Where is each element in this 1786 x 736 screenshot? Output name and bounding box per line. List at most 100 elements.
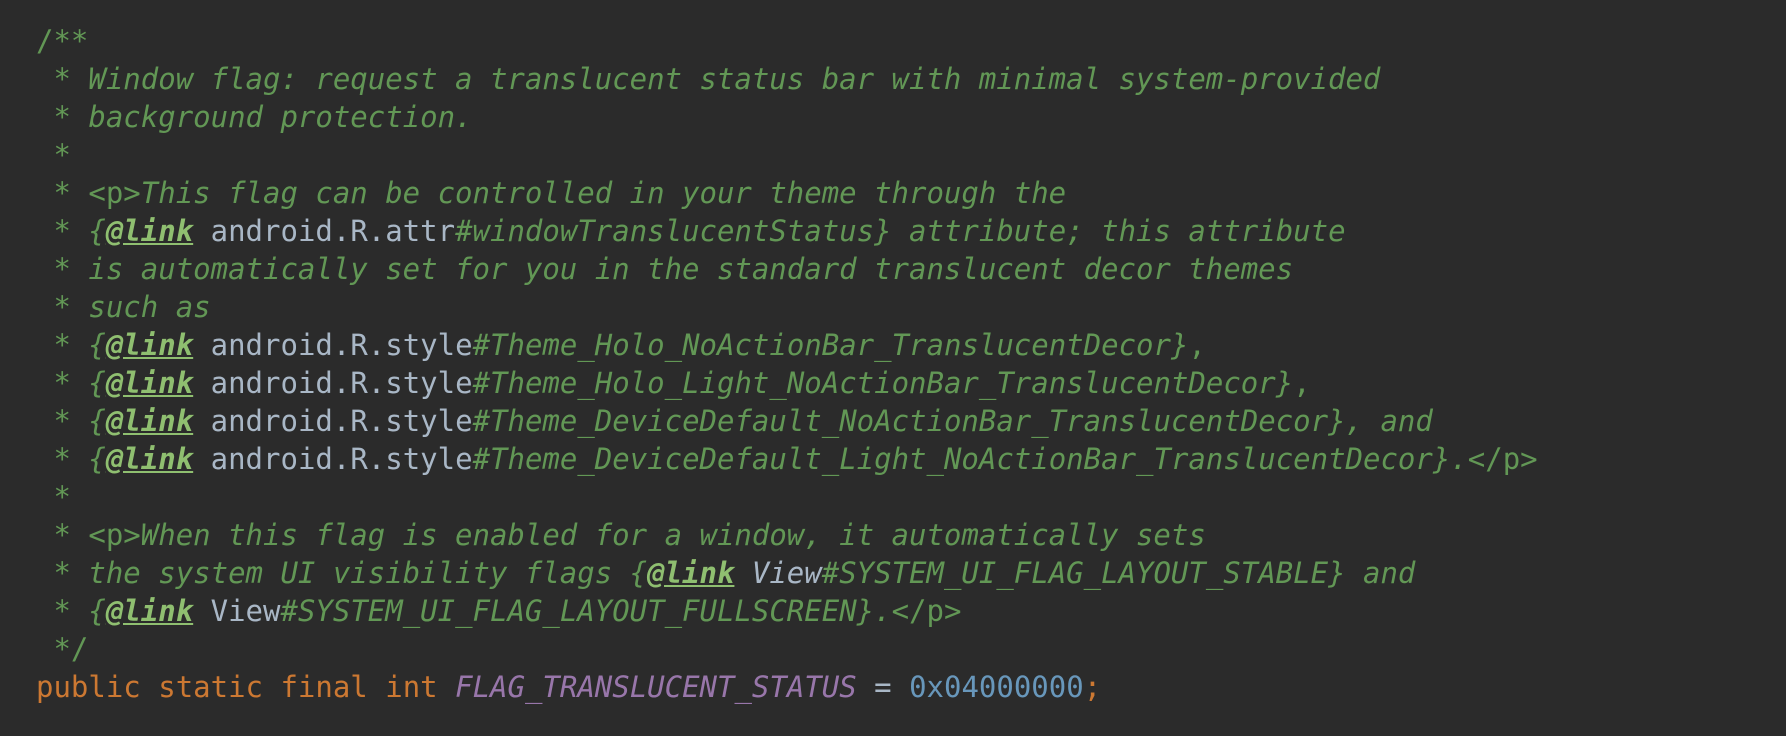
comment-star: * <box>36 518 89 552</box>
comma: , <box>1188 328 1206 362</box>
comment-star: * <box>36 594 89 628</box>
code-line-9: * {@link android.R.style#Theme_Holo_NoAc… <box>36 326 1538 364</box>
html-tag: </p> <box>891 594 962 628</box>
brace: { <box>88 404 106 438</box>
comment-star: * <box>36 214 89 248</box>
member-reference: #Theme_Holo_NoActionBar_TranslucentDecor <box>472 328 1171 362</box>
html-tag: <p> <box>88 176 141 210</box>
code-line-16: * {@link View#SYSTEM_UI_FLAG_LAYOUT_FULL… <box>36 592 1538 630</box>
comment-text: such as <box>88 290 211 324</box>
member-reference: #SYSTEM_UI_FLAG_LAYOUT_FULLSCREEN <box>280 594 857 628</box>
code-line-12: * {@link android.R.style#Theme_DeviceDef… <box>36 440 1537 478</box>
comment-star: * <box>36 404 89 438</box>
class-reference[interactable]: attr <box>385 214 455 248</box>
comment-text: is automatically set for you in the stan… <box>88 252 1294 286</box>
code-line-2: * Window flag: request a translucent sta… <box>36 60 1538 98</box>
class-reference[interactable]: android.R <box>211 328 368 362</box>
brace: } <box>1275 366 1294 400</box>
comment-text: and <box>1345 556 1416 590</box>
link-tag[interactable]: @link <box>106 214 193 248</box>
link-tag[interactable]: @link <box>106 442 193 476</box>
dot: . <box>367 328 386 362</box>
comment-star: * <box>36 480 89 514</box>
comment-star: * <box>36 442 89 476</box>
code-editor[interactable]: /** * Window flag: request a translucent… <box>0 0 1786 736</box>
brace: { <box>88 214 106 248</box>
keyword-final: final <box>280 670 368 704</box>
class-reference[interactable]: android.R <box>211 442 368 476</box>
code-line-17: */ <box>36 630 1538 668</box>
comment-star: * <box>36 366 89 400</box>
comment-close: */ <box>36 632 89 666</box>
class-reference[interactable]: style <box>385 328 472 362</box>
link-tag[interactable]: @link <box>106 404 193 438</box>
class-reference[interactable]: style <box>385 442 472 476</box>
class-reference[interactable]: android.R <box>211 214 368 248</box>
comma: , <box>1293 366 1311 400</box>
comment-star: * <box>36 100 89 134</box>
dot: . <box>367 366 386 400</box>
comment-text: This flag can be controlled in your them… <box>140 176 1067 210</box>
keyword-public: public <box>36 670 141 704</box>
comment-text: background protection. <box>88 100 473 134</box>
code-line-10: * {@link android.R.style#Theme_Holo_Ligh… <box>36 364 1538 402</box>
class-reference[interactable]: style <box>385 404 472 438</box>
comment-text: When this flag is enabled for a window, … <box>140 518 1206 552</box>
code-block: /** * Window flag: request a translucent… <box>36 22 1538 706</box>
comment-star: * <box>36 290 89 324</box>
dot: . <box>367 442 386 476</box>
class-reference[interactable]: View <box>211 594 281 628</box>
class-reference[interactable]: style <box>385 366 472 400</box>
comment-text: Window flag: request a translucent statu… <box>88 62 1381 96</box>
brace: } <box>1432 442 1451 476</box>
code-line-18: public static final int FLAG_TRANSLUCENT… <box>36 668 1538 706</box>
hex-value: 0x04000000 <box>909 670 1084 704</box>
comment-star: * <box>36 176 89 210</box>
class-reference[interactable]: android.R <box>211 366 368 400</box>
member-reference: #Theme_Holo_Light_NoActionBar_Translucen… <box>472 366 1276 400</box>
class-reference[interactable]: View <box>752 556 822 590</box>
brace: { <box>88 442 106 476</box>
comment-open: /** <box>36 24 89 58</box>
comment-text: , and <box>1345 404 1433 438</box>
field-name[interactable]: FLAG_TRANSLUCENT_STATUS <box>455 670 857 704</box>
html-tag: <p> <box>88 518 141 552</box>
period: . <box>874 594 892 628</box>
code-line-6: * {@link android.R.attr#windowTranslucen… <box>36 212 1538 250</box>
link-tag[interactable]: @link <box>647 556 734 590</box>
code-line-5: * <p>This flag can be controlled in your… <box>36 174 1538 212</box>
dot: . <box>367 404 386 438</box>
comment-star: * <box>36 62 89 96</box>
code-line-15: * the system UI visibility flags {@link … <box>36 554 1538 592</box>
link-tag[interactable]: @link <box>106 366 193 400</box>
brace: { <box>88 366 106 400</box>
class-reference[interactable]: android.R <box>211 404 368 438</box>
code-line-7: * is automatically set for you in the st… <box>36 250 1538 288</box>
member-reference: #Theme_DeviceDefault_Light_NoActionBar_T… <box>472 442 1433 476</box>
comment-star: * <box>36 138 89 172</box>
link-tag[interactable]: @link <box>106 328 193 362</box>
brace: } <box>874 214 892 248</box>
brace: { <box>88 328 106 362</box>
brace: } <box>1328 556 1346 590</box>
code-line-8: * such as <box>36 288 1538 326</box>
brace: } <box>1170 328 1189 362</box>
semicolon: ; <box>1083 670 1102 704</box>
period: . <box>1450 442 1468 476</box>
brace: } <box>1328 404 1346 438</box>
brace: { <box>629 556 648 590</box>
code-line-4: * <box>36 136 1538 174</box>
keyword-static: static <box>158 670 263 704</box>
brace: } <box>856 594 875 628</box>
assign-operator: = <box>874 670 892 704</box>
member-reference: #SYSTEM_UI_FLAG_LAYOUT_STABLE <box>821 556 1329 590</box>
link-tag[interactable]: @link <box>106 594 193 628</box>
comment-text: attribute; this attribute <box>891 214 1346 248</box>
dot: . <box>367 214 386 248</box>
comment-text: the system UI visibility flags <box>88 556 630 590</box>
code-line-14: * <p>When this flag is enabled for a win… <box>36 516 1538 554</box>
member-reference: #Theme_DeviceDefault_NoActionBar_Translu… <box>472 404 1329 438</box>
comment-star: * <box>36 252 89 286</box>
code-line-11: * {@link android.R.style#Theme_DeviceDef… <box>36 402 1538 440</box>
comment-star: * <box>36 328 89 362</box>
